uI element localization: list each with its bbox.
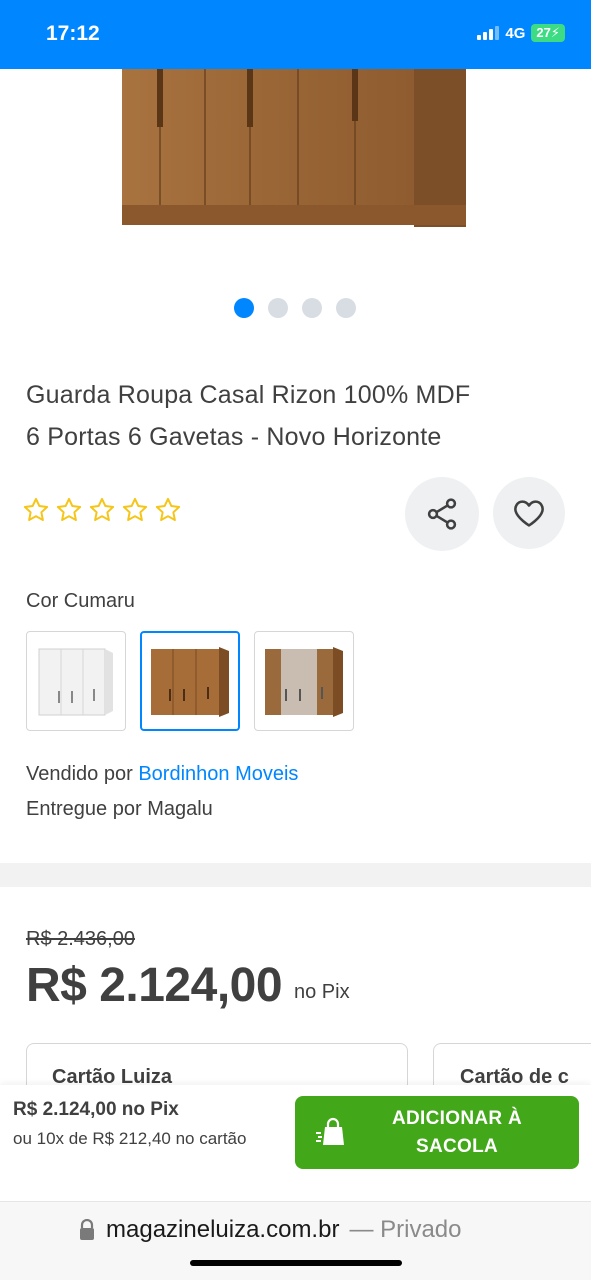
color-option-cumaru[interactable] [140,631,240,731]
purchase-bar: R$ 2.124,00 no Pix ou 10x de R$ 212,40 n… [0,1085,591,1201]
carousel-dots [234,298,356,318]
share-icon [427,498,457,530]
url-content: magazineluiza.com.br — Privado [78,1216,461,1244]
star-icon [155,497,181,522]
pix-price-suffix: no Pix [294,981,350,1003]
product-title-line-2: 6 Portas 6 Gavetas - Novo Horizonte [26,423,442,451]
seller-info: Vendido por Bordinhon Moveis [26,763,298,786]
carousel-dot-2[interactable] [268,298,288,318]
carousel-dot-4[interactable] [336,298,356,318]
private-mode-label: — Privado [349,1216,462,1243]
lock-icon [80,1219,94,1240]
product-title-line-1: Guarda Roupa Casal Rizon 100% MDF [26,381,471,409]
carousel-dot-1[interactable] [234,298,254,318]
star-icon [23,497,49,522]
purchase-bar-installments: ou 10x de R$ 212,40 no cartão [13,1129,247,1148]
add-to-bag-label-line-1: ADICIONAR À [392,1107,522,1129]
color-label: Cor Cumaru [26,590,135,612]
browser-url-bar[interactable]: magazineluiza.com.br — Privado [0,1201,591,1280]
seller-link[interactable]: Bordinhon Moveis [138,763,298,785]
battery-level: 27 [536,25,551,40]
wardrobe-white-thumbnail [38,648,113,716]
old-price: R$ 2.436,00 [26,928,135,950]
battery-icon: 27⚡ [531,24,565,42]
status-indicators: 4G 27⚡ [477,24,565,42]
signal-icon [477,26,500,40]
share-button[interactable] [405,477,479,551]
heart-icon [514,500,544,527]
status-time: 17:12 [46,22,100,45]
carousel-dot-3[interactable] [302,298,322,318]
wardrobe-cumaru-thumbnail [151,647,229,717]
product-image[interactable] [0,69,591,269]
pix-price: R$ 2.124,00 [26,959,283,1012]
home-indicator[interactable] [190,1260,402,1266]
delivery-info: Entregue por Magalu [26,798,213,820]
star-icon [122,497,148,522]
color-option-white[interactable] [26,631,126,731]
add-to-bag-label-line-2: SACOLA [415,1135,499,1157]
color-swatches [26,631,354,731]
star-icon [89,497,115,522]
status-bar: 17:12 4G 27⚡ [0,0,591,69]
add-to-bag-label: ADICIONAR À SACOLA [392,1105,522,1161]
add-to-bag-button[interactable]: ADICIONAR À SACOLA [295,1096,579,1169]
network-type: 4G [505,24,526,42]
star-icon [56,497,82,522]
url-domain: magazineluiza.com.br [106,1216,340,1243]
wardrobe-two-tone-thumbnail [265,647,343,717]
shopping-bag-icon [316,1117,344,1145]
color-option-two-tone[interactable] [254,631,354,731]
seller-prefix: Vendido por [26,763,133,785]
product-title: Guarda Roupa Casal Rizon 100% MDF 6 Port… [26,374,566,458]
section-divider [0,863,591,887]
favorite-button[interactable] [493,477,565,549]
rating-stars[interactable] [22,496,182,524]
purchase-bar-price: R$ 2.124,00 no Pix [13,1099,179,1120]
